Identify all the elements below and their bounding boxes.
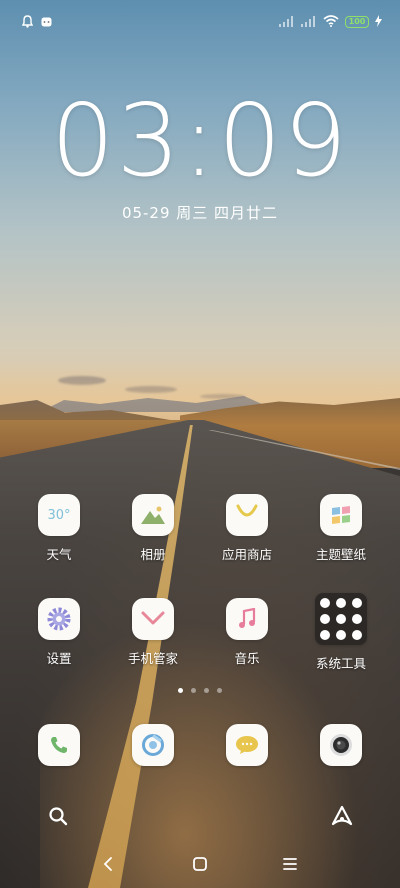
signal-icon: [301, 12, 317, 31]
charging-icon: [375, 12, 382, 31]
phone-manager-icon: [132, 598, 174, 640]
page-dot: [191, 688, 196, 693]
bottom-search-row: [32, 796, 368, 836]
back-icon[interactable]: [102, 856, 114, 876]
weather-temp: 30°: [47, 507, 71, 523]
app-store-icon: [226, 494, 268, 536]
app-label: 相册: [140, 547, 166, 562]
lock-notification-icon: [21, 13, 34, 32]
dock-browser[interactable]: [132, 724, 174, 766]
app-label: 系统工具: [315, 656, 366, 671]
navigation-bar: [0, 846, 400, 882]
status-bar-left: [21, 13, 52, 32]
lock-clock: 03:09: [50, 82, 350, 199]
app-store[interactable]: 应用商店: [202, 494, 292, 563]
lock-date: 05-29 周三 四月廿二: [121, 204, 279, 222]
message-notification-icon: [41, 13, 52, 32]
camera-icon: [330, 734, 352, 756]
signal-icon: [279, 12, 295, 31]
folder-preview: [320, 598, 362, 640]
app-label: 设置: [46, 651, 72, 666]
app-themes[interactable]: 主题壁纸: [296, 494, 386, 563]
status-bar-right: 100: [279, 12, 382, 31]
gallery-icon: [132, 494, 174, 536]
folder-icon: [315, 593, 367, 645]
app-label: 天气: [46, 547, 72, 562]
assistant-icon[interactable]: [330, 805, 354, 831]
app-label: 音乐: [234, 651, 260, 666]
app-label: 应用商店: [221, 547, 272, 562]
dock-phone[interactable]: [38, 724, 80, 766]
page-dot-active: [178, 688, 183, 693]
music-icon: [226, 598, 268, 640]
weather-icon: 30°: [38, 494, 80, 536]
dock-messages[interactable]: [226, 724, 268, 766]
status-bar: 100: [0, 0, 400, 40]
dock-camera[interactable]: [320, 724, 362, 766]
menu-icon[interactable]: [282, 856, 298, 876]
app-label: 主题壁纸: [315, 547, 366, 562]
messages-icon: [236, 736, 258, 754]
app-weather[interactable]: 30° 天气: [14, 494, 104, 563]
app-system-tools-folder[interactable]: 系统工具: [296, 593, 386, 672]
phone-icon: [51, 737, 67, 753]
page-dot: [204, 688, 209, 693]
wifi-icon: [323, 12, 339, 31]
search-icon[interactable]: [48, 806, 68, 830]
page-dot: [217, 688, 222, 693]
app-label: 手机管家: [127, 651, 178, 666]
app-music[interactable]: 音乐: [202, 598, 292, 667]
battery-icon: 100: [345, 15, 369, 28]
app-settings[interactable]: 设置: [14, 598, 104, 667]
settings-icon: [38, 598, 80, 640]
app-gallery[interactable]: 相册: [108, 494, 198, 563]
app-phone-manager[interactable]: 手机管家: [108, 598, 198, 667]
home-icon[interactable]: [192, 856, 208, 876]
themes-icon: [320, 494, 362, 536]
browser-icon: [142, 734, 164, 756]
page-indicator[interactable]: [0, 688, 400, 693]
